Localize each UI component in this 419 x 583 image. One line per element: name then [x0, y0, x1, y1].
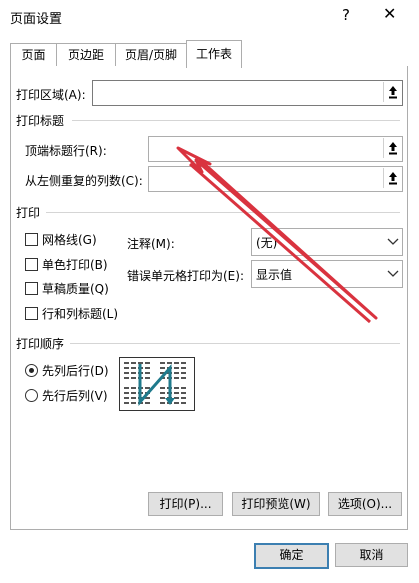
annotation-arrow-icon: [176, 146, 378, 324]
tab-sheet[interactable]: 工作表: [186, 40, 242, 68]
